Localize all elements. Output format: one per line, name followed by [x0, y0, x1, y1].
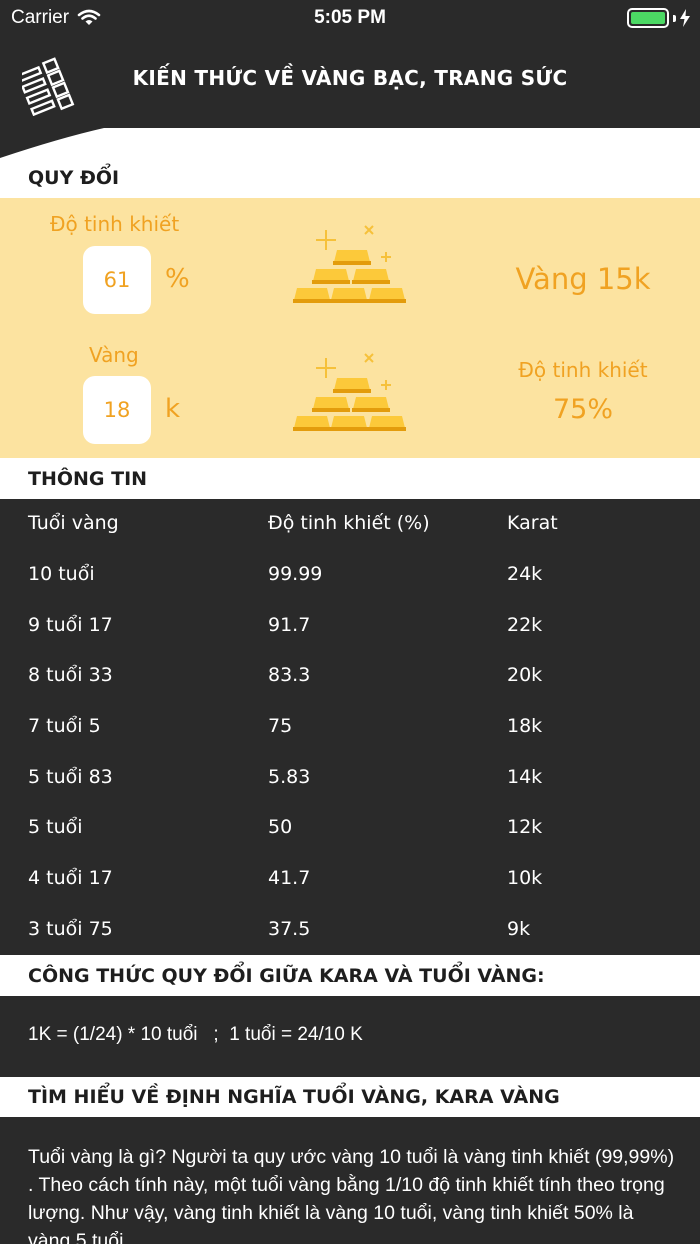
table-cell: 83.3	[268, 664, 311, 686]
table-row: 3 tuổi 75 37.5 9k	[0, 905, 700, 955]
table-cell: 7 tuổi 5	[28, 715, 101, 737]
battery-icon	[627, 8, 669, 28]
gold-bars-icon	[293, 225, 406, 303]
header-curve-decoration	[0, 128, 104, 158]
purity-result-value: 75%	[552, 394, 613, 425]
table-cell: 9k	[507, 918, 531, 940]
converter-title-text: QUY ĐỔI	[28, 167, 120, 189]
info-section-title: THÔNG TIN	[0, 458, 700, 499]
table-row: 8 tuổi 33 83.3 20k	[0, 651, 700, 701]
table-cell: 18k	[507, 715, 543, 737]
table-row: 9 tuổi 17 91.7 22k	[0, 601, 700, 651]
table-cell: 10 tuổi	[28, 563, 95, 585]
table-header-row: Tuổi vàng Độ tinh khiết (%) Karat	[0, 499, 700, 549]
purity-input[interactable]: 61	[83, 246, 151, 314]
info-title-text: THÔNG TIN	[28, 467, 148, 490]
gold-label: Vàng	[89, 343, 139, 367]
table-row: 5 tuổi 50 12k	[0, 803, 700, 853]
table-cell: 99.99	[268, 563, 323, 585]
table-cell: 4 tuổi 17	[28, 867, 113, 889]
table-row: 10 tuổi 99.99 24k	[0, 550, 700, 600]
gold-bars-icon	[293, 353, 406, 431]
definition-section-title: TÌM HIỂU VỀ ĐỊNH NGHĨA TUỔI VÀNG, KARA V…	[0, 1077, 700, 1117]
table-cell: 3 tuổi 75	[28, 918, 113, 940]
table-cell: 75	[268, 715, 293, 737]
status-time: 5:05 PM	[314, 7, 386, 28]
converter-section-title: QUY ĐỔI	[0, 158, 700, 198]
karat-input[interactable]: 18	[83, 376, 151, 444]
formula-section-title: CÔNG THỨC QUY ĐỔI GIỮA KARA VÀ TUỔI VÀNG…	[0, 955, 700, 996]
page-title: KIẾN THỨC VỀ VÀNG BẠC, TRANG SỨC	[132, 66, 568, 90]
table-cell: 14k	[507, 766, 543, 788]
table-cell: 5.83	[268, 766, 311, 788]
percent-unit: %	[165, 264, 190, 294]
definition-title-text: TÌM HIỂU VỀ ĐỊNH NGHĨA TUỔI VÀNG, KARA V…	[28, 1086, 560, 1108]
column-header: Tuổi vàng	[28, 512, 119, 534]
battery-cap	[673, 14, 676, 22]
formula-text: 1K = (1/24) * 10 tuổi ; 1 tuổi = 24/10 K	[28, 1024, 363, 1045]
status-bar: Carrier 5:05 PM	[0, 0, 700, 36]
table-cell: 20k	[507, 664, 543, 686]
purity-result-label: Độ tinh khiết	[518, 358, 648, 382]
table-cell: 8 tuổi 33	[28, 664, 113, 686]
purity-label: Độ tinh khiết	[50, 212, 180, 236]
table-cell: 91.7	[268, 614, 311, 636]
table-row: 7 tuổi 5 75 18k	[0, 702, 700, 752]
charging-bolt-icon	[680, 9, 690, 27]
status-right	[627, 8, 690, 28]
table-cell: 50	[268, 816, 293, 838]
table-cell: 22k	[507, 614, 543, 636]
table-cell: 5 tuổi 83	[28, 766, 113, 788]
karat-unit: k	[165, 394, 181, 424]
table-row: 4 tuổi 17 41.7 10k	[0, 854, 700, 904]
formula-block: 1K = (1/24) * 10 tuổi ; 1 tuổi = 24/10 K	[0, 996, 700, 1077]
table-cell: 37.5	[268, 918, 311, 940]
karat-result: Vàng 15k	[515, 262, 651, 296]
table-cell: 10k	[507, 867, 543, 889]
column-header: Karat	[507, 512, 558, 534]
table-row: 5 tuổi 83 5.83 14k	[0, 753, 700, 803]
table-cell: 12k	[507, 816, 543, 838]
table-cell: 9 tuổi 17	[28, 614, 113, 636]
info-table: Tuổi vàng Độ tinh khiết (%) Karat 10 tuổ…	[0, 499, 700, 955]
formula-title-text: CÔNG THỨC QUY ĐỔI GIỮA KARA VÀ TUỔI VÀNG…	[28, 964, 545, 987]
table-cell: 41.7	[268, 867, 311, 889]
definition-paragraph: Tuổi vàng là gì? Người ta quy ước vàng 1…	[28, 1146, 675, 1244]
table-cell: 5 tuổi	[28, 816, 83, 838]
app-header: KIẾN THỨC VỀ VÀNG BẠC, TRANG SỨC	[0, 36, 700, 128]
table-cell: 24k	[507, 563, 543, 585]
definition-block: Tuổi vàng là gì? Người ta quy ước vàng 1…	[0, 1117, 700, 1244]
converter-panel: Độ tinh khiết 61 % Vàng 15k Vàng 18 k Độ…	[0, 198, 700, 458]
column-header: Độ tinh khiết (%)	[268, 512, 430, 534]
